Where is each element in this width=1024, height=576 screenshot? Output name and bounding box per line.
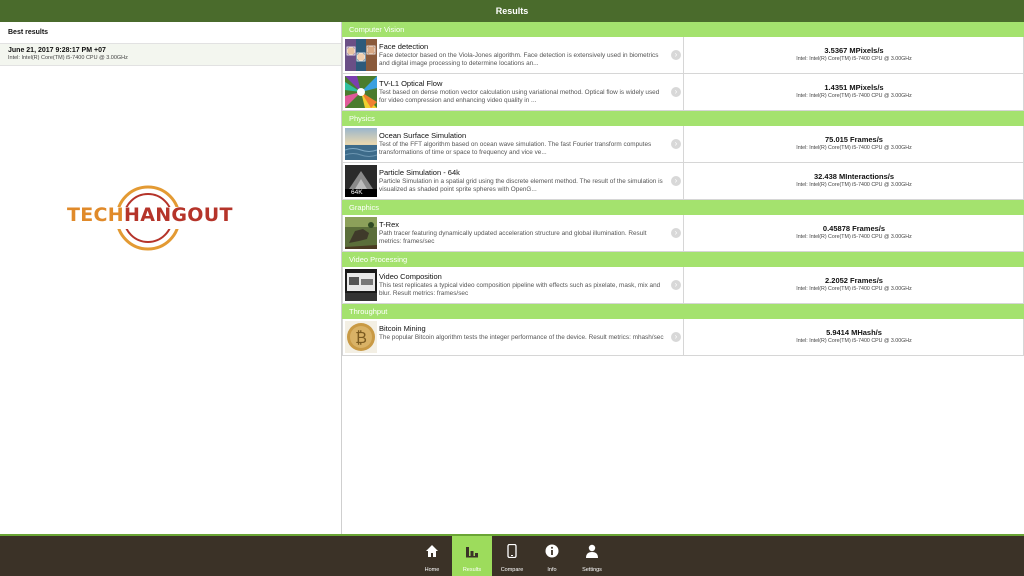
test-score: 2.2052 Frames/s (825, 276, 883, 285)
test-name: T-Rex (379, 220, 400, 229)
row-divider (683, 37, 684, 73)
best-result-item[interactable]: June 21, 2017 9:28:17 PM +07 Intel: Inte… (0, 44, 341, 66)
test-score: 32.438 MInteractions/s (813, 172, 895, 181)
test-name: Bitcoin Mining (379, 324, 426, 333)
test-row-particle-simulation[interactable]: 64K Particle Simulation - 64k Particle S… (342, 163, 1024, 200)
chevron-right-icon[interactable]: › (671, 332, 681, 342)
test-description: Face detector based on the Viola-Jones a… (379, 52, 659, 68)
test-row-bitcoin-mining[interactable]: ₿ Bitcoin Mining The popular Bitcoin alg… (342, 319, 1024, 356)
test-row-t-rex[interactable]: T-Rex Path tracer featuring dynamically … (342, 215, 1024, 252)
test-score-cpu: Intel: Intel(R) Core(TM) i5-7400 CPU @ 3… (796, 234, 912, 240)
tab-settings[interactable]: Settings (572, 536, 612, 576)
test-description: Path tracer featuring dynamically update… (379, 230, 647, 246)
chevron-right-icon[interactable]: › (671, 87, 681, 97)
info-icon (545, 544, 559, 558)
tab-label: Results (462, 567, 482, 573)
tab-bar: Home Results Compare Info Settings (0, 534, 1024, 576)
chevron-right-icon[interactable]: › (671, 228, 681, 238)
bar-chart-icon (466, 547, 478, 558)
test-row-face-detection[interactable]: Face detection Face detector based on th… (342, 37, 1024, 74)
test-name: Particle Simulation - 64k (379, 168, 460, 177)
test-description: The popular Bitcoin algorithm tests the … (379, 334, 664, 341)
tab-label: Compare (500, 567, 524, 573)
tab-compare[interactable]: Compare (492, 536, 532, 576)
test-row-ocean-surface[interactable]: Ocean Surface Simulation Test of the FFT… (342, 126, 1024, 163)
test-score: 1.4351 MPixels/s (824, 83, 884, 92)
best-results-panel: Best results June 21, 2017 9:28:17 PM +0… (0, 22, 342, 534)
tab-home[interactable]: Home (412, 536, 452, 576)
test-row-optical-flow[interactable]: TV-L1 Optical Flow Test based on dense m… (342, 74, 1024, 111)
chevron-right-icon[interactable]: › (671, 50, 681, 60)
t-rex-thumbnail (345, 217, 377, 249)
test-description: Test of the FFT algorithm based on ocean… (379, 141, 652, 157)
test-score-cpu: Intel: Intel(R) Core(TM) i5-7400 CPU @ 3… (796, 56, 912, 62)
test-description: Test based on dense motion vector calcul… (379, 89, 660, 105)
test-score: 75.015 Frames/s (825, 135, 883, 144)
chevron-right-icon[interactable]: › (671, 139, 681, 149)
ocean-thumbnail (345, 128, 377, 160)
row-divider (683, 126, 684, 162)
test-name: Video Composition (379, 272, 442, 281)
particles-badge: 64K (351, 189, 363, 196)
logo-text-tech: TECH (67, 204, 124, 226)
best-result-date: June 21, 2017 9:28:17 PM +07 (8, 47, 106, 54)
test-name: Ocean Surface Simulation (379, 131, 467, 140)
tab-label: Info (547, 567, 557, 573)
test-description: This test replicates a typical video com… (379, 282, 661, 298)
test-score-cpu: Intel: Intel(R) Core(TM) i5-7400 CPU @ 3… (796, 93, 912, 99)
row-divider (683, 267, 684, 303)
results-list: Computer Vision Face detection Face dete… (342, 22, 1024, 534)
test-score-cpu: Intel: Intel(R) Core(TM) i5-7400 CPU @ 3… (796, 145, 912, 151)
bitcoin-thumbnail: ₿ (345, 321, 377, 353)
optical-flow-thumbnail (345, 76, 377, 108)
home-icon (426, 545, 438, 557)
particles-thumbnail: 64K (345, 165, 377, 197)
section-physics: Physics (342, 111, 1024, 126)
section-graphics: Graphics (342, 200, 1024, 215)
logo-text: TECHHANGOUT (67, 204, 233, 226)
section-video-processing: Video Processing (342, 252, 1024, 267)
title-bar: Results (0, 0, 1024, 22)
phone-icon (507, 544, 517, 558)
tab-label: Settings (582, 567, 602, 573)
logo-text-hangout: HANGOUT (124, 204, 233, 226)
tab-info[interactable]: Info (532, 536, 572, 576)
test-score-cpu: Intel: Intel(R) Core(TM) i5-7400 CPU @ 3… (796, 286, 912, 292)
test-score: 5.9414 MHash/s (826, 328, 882, 337)
test-score: 3.5367 MPixels/s (824, 46, 884, 55)
user-icon (586, 544, 598, 558)
test-row-video-composition[interactable]: Video Composition This test replicates a… (342, 267, 1024, 304)
svg-text:₿: ₿ (355, 328, 367, 347)
test-score-cpu: Intel: Intel(R) Core(TM) i5-7400 CPU @ 3… (796, 182, 912, 188)
row-divider (683, 215, 684, 251)
page-title: Results (495, 6, 529, 16)
section-throughput: Throughput (342, 304, 1024, 319)
test-score-cpu: Intel: Intel(R) Core(TM) i5-7400 CPU @ 3… (796, 338, 912, 344)
best-results-heading: Best results (0, 22, 341, 44)
test-name: TV-L1 Optical Flow (379, 79, 443, 88)
row-divider (683, 319, 684, 355)
techhangout-logo: TECHHANGOUT (64, 182, 232, 252)
tab-results[interactable]: Results (452, 536, 492, 576)
best-result-cpu: Intel: Intel(R) Core(TM) i5-7400 CPU @ 3… (8, 55, 128, 61)
video-thumbnail (345, 269, 377, 301)
tab-label: Home (424, 567, 440, 573)
test-description: Particle Simulation in a spatial grid us… (379, 178, 663, 194)
chevron-right-icon[interactable]: › (671, 280, 681, 290)
section-computer-vision: Computer Vision (342, 22, 1024, 37)
face-detection-thumbnail (345, 39, 377, 71)
row-divider (683, 163, 684, 199)
chevron-right-icon[interactable]: › (671, 176, 681, 186)
row-divider (683, 74, 684, 110)
test-score: 0.45878 Frames/s (822, 224, 886, 233)
test-name: Face detection (379, 42, 429, 51)
